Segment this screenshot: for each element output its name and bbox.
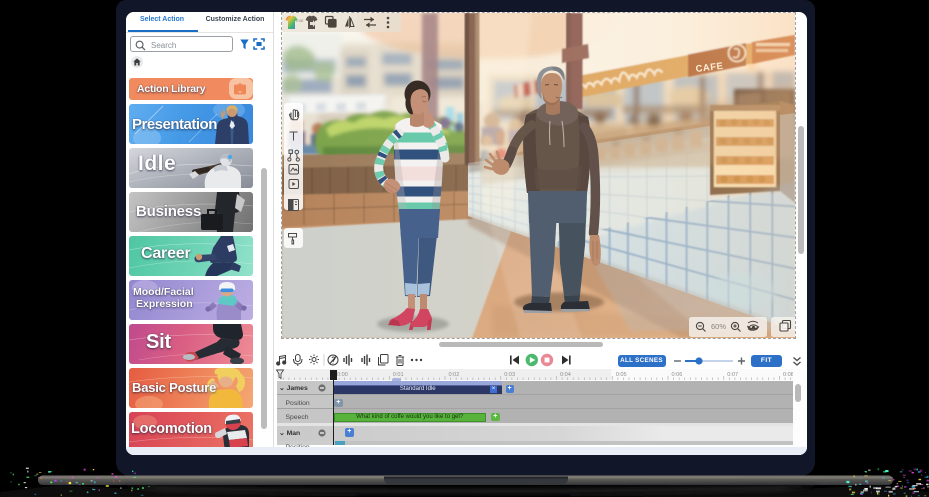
svg-text:60%: 60% (711, 322, 726, 331)
svg-text:0:08: 0:08 (783, 372, 793, 378)
svg-text:0:02: 0:02 (449, 372, 460, 378)
svg-text:0:07: 0:07 (727, 372, 738, 378)
svg-text:mat: mat (296, 18, 304, 23)
svg-text:0:06: 0:06 (672, 372, 683, 378)
svg-text:0:00: 0:00 (337, 372, 348, 378)
svg-text:0:03: 0:03 (504, 372, 515, 378)
svg-text:0:04: 0:04 (560, 372, 571, 378)
svg-text:0:05: 0:05 (616, 372, 627, 378)
